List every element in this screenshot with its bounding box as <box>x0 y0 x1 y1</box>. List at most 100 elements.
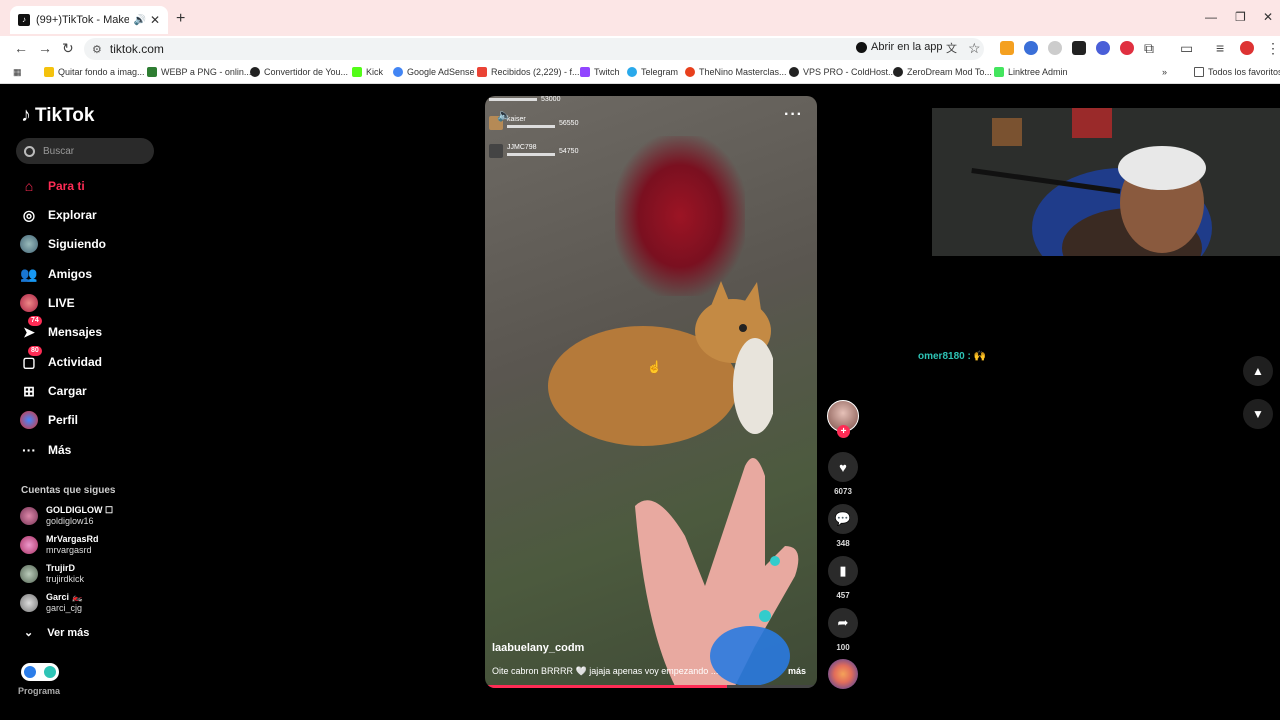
nav-live[interactable]: LIVE <box>20 292 75 314</box>
music-disc-icon[interactable] <box>828 659 858 689</box>
activity-badge: 80 <box>28 346 42 356</box>
open-in-app-button[interactable]: Abrir en la app <box>856 41 943 53</box>
nav-explorar[interactable]: ◎ Explorar <box>20 204 97 226</box>
nav-mensajes[interactable]: ➤ 74 Mensajes <box>20 316 102 343</box>
comment-icon: 💬 <box>828 504 858 534</box>
live-comment: omer8180 : 🙌 <box>918 351 987 362</box>
address-bar[interactable]: ⚙ tiktok.com <box>84 38 984 60</box>
browser-titlebar: ♪ (99+)TikTok - Make Your Day 🔊 ✕ + — ❐ … <box>0 0 1280 36</box>
bookmark-item[interactable]: WEBP a PNG - onlin... <box>147 67 251 77</box>
following-account[interactable]: Garci 🏍️ garci_cjg <box>20 592 83 614</box>
tab-title: (99+)TikTok - Make Your Day <box>36 14 130 26</box>
all-bookmarks-folder[interactable]: Todos los favoritos <box>1194 67 1280 77</box>
tiktok-note-icon: ♪ <box>21 104 31 126</box>
back-icon[interactable]: ← <box>14 40 28 56</box>
bookmark-item[interactable]: ZeroDream Mod To... <box>893 67 992 77</box>
media-icon[interactable]: ≡ <box>1216 40 1224 56</box>
close-window-icon[interactable]: ✕ <box>1263 10 1273 24</box>
tiktok-logo[interactable]: ♪ TikTok <box>21 104 94 127</box>
video-author[interactable]: laabuelany_codm <box>492 642 584 654</box>
nav-siguiendo[interactable]: Siguiendo <box>20 233 106 255</box>
volume-icon[interactable]: 🔈 <box>497 108 512 122</box>
friends-icon: 👥 <box>20 265 38 282</box>
previous-video-button[interactable]: ▲ <box>1243 356 1273 386</box>
bookmark-item[interactable]: Twitch <box>580 67 620 77</box>
extensions-puzzle-icon[interactable]: ⧉ <box>1144 40 1154 57</box>
following-avatar <box>20 235 38 253</box>
bookmark-item[interactable]: Google AdSense <box>393 67 475 77</box>
chevron-up-icon: ▲ <box>1252 364 1264 378</box>
live-avatar <box>20 294 38 312</box>
like-count: 6073 <box>834 487 852 496</box>
extension-icon[interactable] <box>1072 41 1086 55</box>
home-icon: ⌂ <box>24 178 34 194</box>
promo-toggle[interactable] <box>21 663 59 681</box>
nav-actividad[interactable]: ▢ 80 Actividad <box>20 346 102 373</box>
video-progress-bar[interactable] <box>485 685 817 688</box>
menu-kebab-icon[interactable]: ⋮ <box>1266 40 1280 57</box>
share-count: 100 <box>836 643 850 652</box>
translate-icon[interactable]: 文 <box>946 40 957 56</box>
nav-cargar[interactable]: ⊞ Cargar <box>20 380 87 402</box>
profile-avatar[interactable] <box>1240 41 1254 55</box>
comment-button[interactable]: 💬 348 <box>828 504 858 548</box>
cast-icon[interactable]: ▭ <box>1180 40 1193 57</box>
new-tab-button[interactable]: + <box>176 10 185 28</box>
extension-icon[interactable] <box>1000 41 1014 55</box>
site-info-icon[interactable]: ⚙ <box>92 43 102 56</box>
following-account[interactable]: MrVargasRd mrvargasrd <box>20 534 99 556</box>
extension-icon[interactable] <box>1024 41 1038 55</box>
promo-icon <box>24 666 36 678</box>
profile-avatar <box>20 411 38 429</box>
streamer-figure <box>932 108 1280 256</box>
follow-plus-icon[interactable]: + <box>837 425 850 438</box>
bookmark-item[interactable]: Quitar fondo a imag... <box>44 67 145 77</box>
url-text: tiktok.com <box>109 42 164 56</box>
bookmark-item[interactable]: Convertidor de You... <box>250 67 348 77</box>
restore-icon[interactable]: ❐ <box>1235 10 1246 24</box>
promo-icon <box>44 666 56 678</box>
nav-mas[interactable]: ··· Más <box>20 439 71 461</box>
avatar <box>20 536 38 554</box>
forward-icon[interactable]: → <box>38 40 52 56</box>
browser-tab[interactable]: ♪ (99+)TikTok - Make Your Day 🔊 ✕ <box>10 6 168 34</box>
search-box[interactable] <box>16 138 154 164</box>
video-options-icon[interactable]: ··· <box>784 106 803 124</box>
extension-icon[interactable] <box>1096 41 1110 55</box>
reload-icon[interactable]: ↻ <box>62 40 74 57</box>
following-account[interactable]: GOLDIGLOW ☐ goldiglow16 <box>20 505 113 527</box>
messages-badge: 74 <box>28 316 42 326</box>
nav-amigos[interactable]: 👥 Amigos <box>20 263 92 285</box>
bookmark-item[interactable]: Recibidos (2,229) - f... <box>477 67 580 77</box>
activity-icon: ▢ 80 <box>20 346 42 371</box>
following-account[interactable]: TrujirD trujirdkick <box>20 563 84 585</box>
like-button[interactable]: ♥ 6073 <box>828 452 858 496</box>
close-tab-icon[interactable]: ✕ <box>150 13 160 27</box>
hud-row: JJMC798 54750 <box>489 144 578 158</box>
bookmark-item[interactable]: Telegram <box>627 67 678 77</box>
speaker-icon[interactable]: 🔊 <box>133 15 145 26</box>
more-dots-icon: ··· <box>22 442 36 458</box>
chevron-down-icon: ⌄ <box>24 627 34 639</box>
share-button[interactable]: ➦ 100 <box>828 608 858 652</box>
see-more-button[interactable]: ⌄ Ver más <box>24 626 103 639</box>
bookmark-item[interactable]: Linktree Admin <box>994 67 1068 77</box>
avatar <box>20 565 38 583</box>
program-label: Programa <box>18 686 61 696</box>
caption-more-button[interactable]: más <box>788 666 806 676</box>
search-input[interactable] <box>43 145 143 157</box>
nav-para-ti[interactable]: ⌂ Para ti <box>20 175 85 197</box>
adblock-icon[interactable] <box>1120 41 1134 55</box>
extension-icon[interactable] <box>1048 41 1062 55</box>
bookmark-star-icon[interactable]: ☆ <box>968 40 981 57</box>
save-button[interactable]: ▮ 457 <box>828 556 858 600</box>
apps-grid-icon[interactable]: ▦ <box>13 67 22 78</box>
nav-perfil[interactable]: Perfil <box>20 409 78 431</box>
video-player[interactable]: 53000 kaiser 56550 JJMC798 54750 🔈 ··· laa… <box>485 96 817 688</box>
minimize-icon[interactable]: — <box>1205 10 1217 24</box>
more-bookmarks-icon[interactable]: » <box>1162 67 1167 77</box>
bookmark-item[interactable]: Kick <box>352 67 383 77</box>
next-video-button[interactable]: ▼ <box>1243 399 1273 429</box>
bookmark-item[interactable]: VPS PRO - ColdHost... <box>789 67 896 77</box>
bookmark-item[interactable]: TheNino Masterclas... <box>685 67 787 77</box>
